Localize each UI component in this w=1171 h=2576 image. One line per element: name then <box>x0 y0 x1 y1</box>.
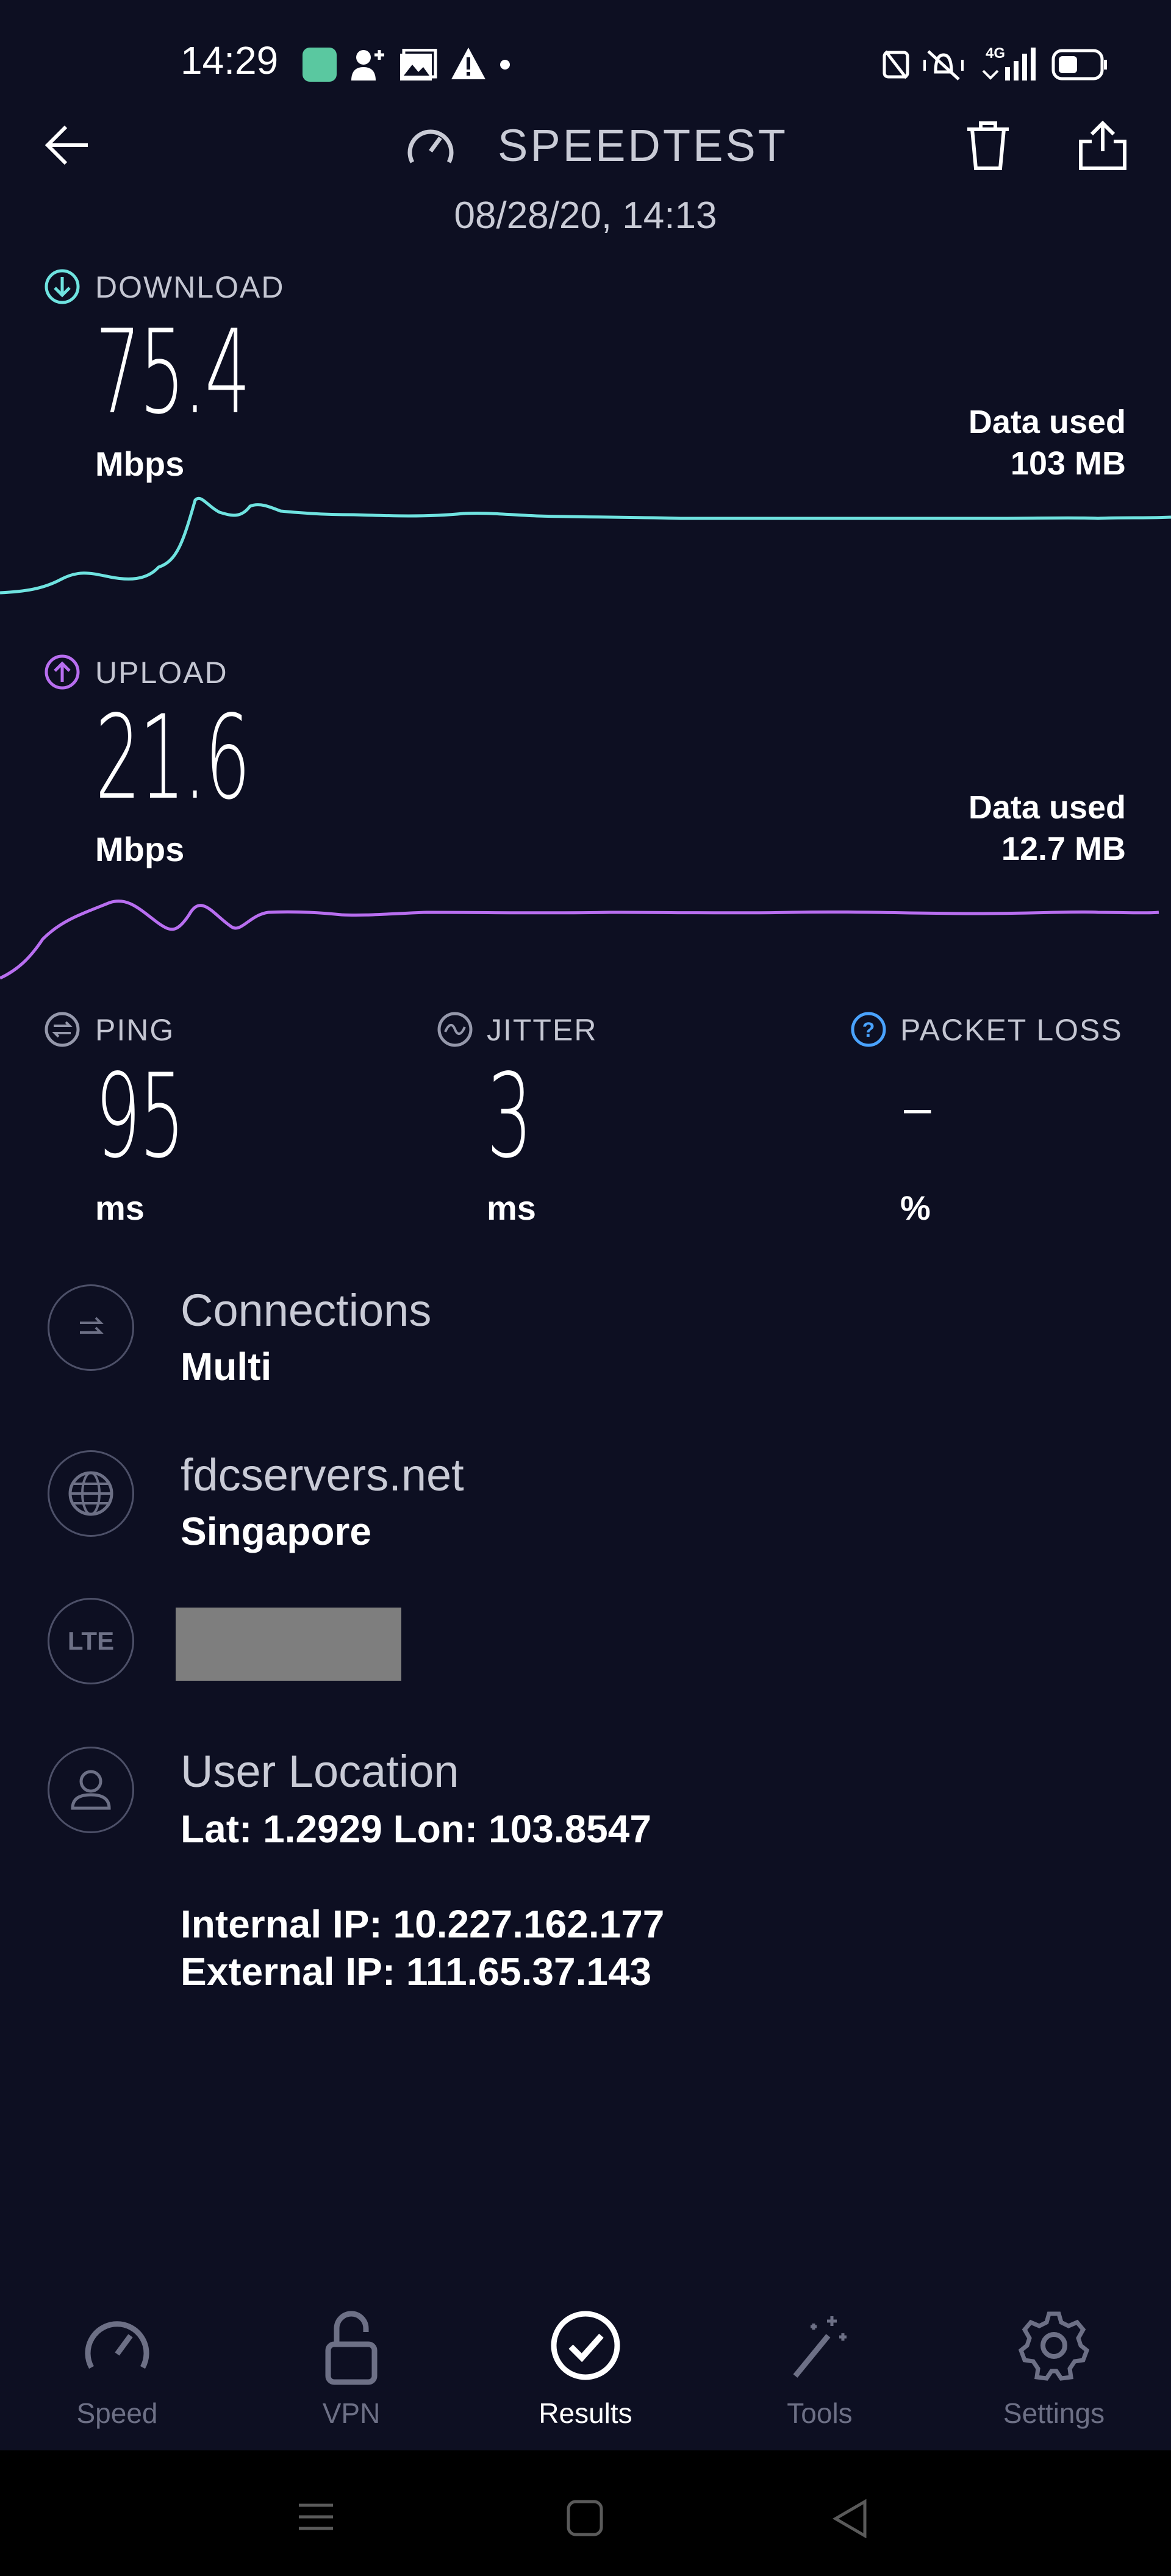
download-speed-graph <box>0 497 1171 595</box>
nav-settings-label: Settings <box>1003 2397 1105 2429</box>
system-navigation-bar <box>0 2450 1171 2576</box>
ping-label: PING <box>95 1013 175 1047</box>
test-date: 08/28/20, 14:13 <box>454 195 717 237</box>
download-data-used-value: 103 MB <box>1010 445 1126 482</box>
connections-title: Connections <box>181 1285 432 1336</box>
magic-wand-icon <box>793 2316 847 2378</box>
download-icon <box>45 269 80 304</box>
ping-icon <box>45 1012 80 1047</box>
server-host: fdcservers.net <box>181 1450 464 1500</box>
nav-speed-label: Speed <box>76 2397 158 2429</box>
user-location-title: User Location <box>181 1746 459 1797</box>
external-ip: External IP: 111.65.37.143 <box>181 1950 652 1994</box>
battery-icon <box>1051 49 1107 80</box>
download-data-used: Data used 103 MB <box>793 401 1126 484</box>
jitter-unit: ms <box>487 1189 536 1227</box>
home-icon[interactable] <box>566 2499 604 2537</box>
delete-icon[interactable] <box>964 120 1012 172</box>
upload-speed-graph <box>0 900 1159 980</box>
packet-loss-value: – <box>904 1080 931 1134</box>
gallery-icon <box>400 49 437 80</box>
packet-loss-label: PACKET LOSS <box>900 1013 1123 1047</box>
jitter-value: 3 <box>487 1049 532 1184</box>
upload-icon <box>45 654 80 690</box>
server-location: Singapore <box>181 1509 371 1553</box>
nav-settings[interactable]: Settings <box>937 2299 1171 2439</box>
warning-icon <box>451 48 485 79</box>
signal-icon <box>982 48 1036 80</box>
share-icon[interactable] <box>1077 120 1128 172</box>
upload-value: 21.6 <box>95 690 251 825</box>
globe-icon <box>48 1450 134 1537</box>
nav-results-label: Results <box>539 2397 632 2429</box>
svg-text:?: ? <box>862 1018 875 1042</box>
nav-results[interactable]: Results <box>468 2299 703 2439</box>
user-coordinates: Lat: 1.2929 Lon: 103.8547 <box>181 1807 651 1851</box>
nav-tools-label: Tools <box>787 2397 853 2429</box>
ping-value: 95 <box>95 1049 185 1184</box>
nav-speed[interactable]: Speed <box>0 2299 234 2439</box>
download-graph-line <box>0 497 1171 595</box>
nav-tools[interactable]: Tools <box>703 2299 937 2439</box>
internal-ip: Internal IP: 10.227.162.177 <box>181 1902 665 1946</box>
help-icon[interactable]: ? <box>850 1011 887 1048</box>
upload-graph-line <box>0 900 1159 980</box>
more-notifications-dot <box>500 60 510 70</box>
nav-vpn-label: VPN <box>322 2397 381 2429</box>
lte-icon: LTE <box>48 1598 134 1684</box>
nav-vpn[interactable]: VPN <box>234 2299 468 2439</box>
back-nav-icon[interactable] <box>832 2499 868 2538</box>
jitter-label: JITTER <box>487 1013 598 1047</box>
user-icon <box>48 1747 134 1833</box>
upload-data-used-label: Data used <box>968 789 1126 826</box>
ping-unit: ms <box>95 1189 145 1227</box>
download-value: 75.4 <box>95 305 251 440</box>
upload-data-used-value: 12.7 MB <box>1001 831 1126 867</box>
check-circle-icon <box>551 2311 620 2380</box>
packet-loss-unit: % <box>900 1189 931 1227</box>
nfc-icon <box>883 50 909 79</box>
upload-unit: Mbps <box>95 830 185 868</box>
upload-data-used: Data used 12.7 MB <box>793 787 1126 870</box>
download-unit: Mbps <box>95 445 185 483</box>
status-time: 14:29 <box>181 38 279 82</box>
vibrate-mute-icon <box>923 50 964 80</box>
unlock-icon <box>325 2311 378 2385</box>
download-data-used-label: Data used <box>968 404 1126 440</box>
app-notification-icon <box>303 48 337 82</box>
add-contact-icon <box>351 50 384 80</box>
connections-value: Multi <box>181 1345 272 1389</box>
upload-label: UPLOAD <box>95 656 228 690</box>
recent-apps-icon[interactable] <box>298 2502 334 2532</box>
speedometer-icon <box>85 2321 149 2369</box>
jitter-icon <box>437 1012 473 1047</box>
gear-icon <box>1019 2311 1089 2381</box>
lte-icon-text: LTE <box>67 1626 115 1655</box>
connections-icon <box>48 1284 134 1371</box>
carrier-name-redacted <box>176 1608 401 1681</box>
download-label: DOWNLOAD <box>95 270 285 304</box>
